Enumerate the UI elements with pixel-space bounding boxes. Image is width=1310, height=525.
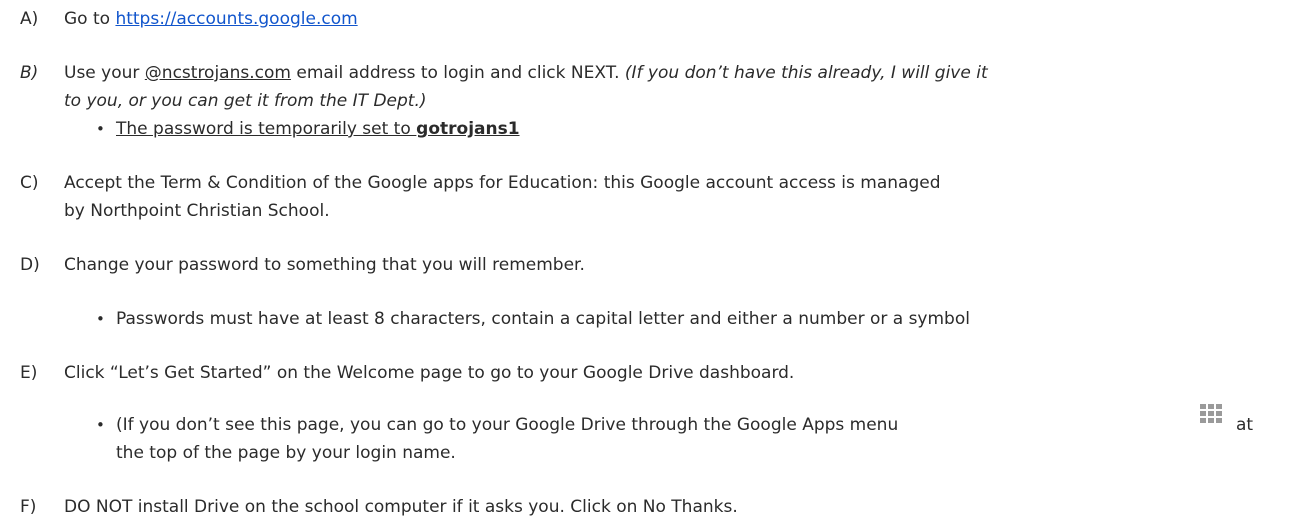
step-b-marker: B) bbox=[20, 63, 39, 83]
step-b-text: email address to login and click NEXT. bbox=[290, 63, 625, 83]
bullet-dot: • bbox=[96, 310, 105, 328]
accounts-google-link[interactable]: https://accounts.google.com bbox=[115, 9, 357, 29]
step-c-line-2: by Northpoint Christian School. bbox=[64, 201, 330, 221]
step-e-bullet-line-1-end: at bbox=[1236, 415, 1254, 435]
step-f-marker: F) bbox=[20, 497, 37, 517]
password-requirements: Passwords must have at least 8 character… bbox=[116, 309, 970, 329]
step-c-marker: C) bbox=[20, 173, 39, 193]
password-note: The password is temporarily set to bbox=[116, 119, 417, 139]
step-a-marker: A) bbox=[20, 9, 39, 29]
step-d-text: Change your password to something that y… bbox=[64, 255, 585, 275]
step-d-marker: D) bbox=[20, 255, 40, 275]
step-b-italic-note-2: to you, or you can get it from the IT De… bbox=[64, 91, 427, 111]
step-f-text: DO NOT install Drive on the school compu… bbox=[64, 497, 738, 517]
step-e-marker: E) bbox=[20, 363, 38, 383]
step-b-prefix: Use your bbox=[64, 63, 145, 83]
step-a-text: Go to bbox=[64, 9, 116, 29]
step-e-bullet-line-1: (If you don’t see this page, you can go … bbox=[116, 415, 899, 435]
bullet-dot: • bbox=[96, 416, 105, 434]
bullet-dot: • bbox=[96, 120, 105, 138]
step-e-text: Click “Let’s Get Started” on the Welcome… bbox=[64, 363, 795, 383]
step-c-line-1: Accept the Term & Condition of the Googl… bbox=[64, 173, 941, 193]
ncstrojans-domain-link: @ncstrojans.com bbox=[144, 63, 291, 83]
google-apps-grid-icon bbox=[1200, 404, 1222, 423]
step-e-bullet-line-2: the top of the page by your login name. bbox=[116, 443, 456, 463]
temp-password: gotrojans1 bbox=[416, 119, 520, 139]
step-b-italic-note-1: (If you don’t have this already, I will … bbox=[624, 63, 988, 83]
instructions-document: A) Go to https://accounts.google.com B) … bbox=[0, 0, 1310, 525]
